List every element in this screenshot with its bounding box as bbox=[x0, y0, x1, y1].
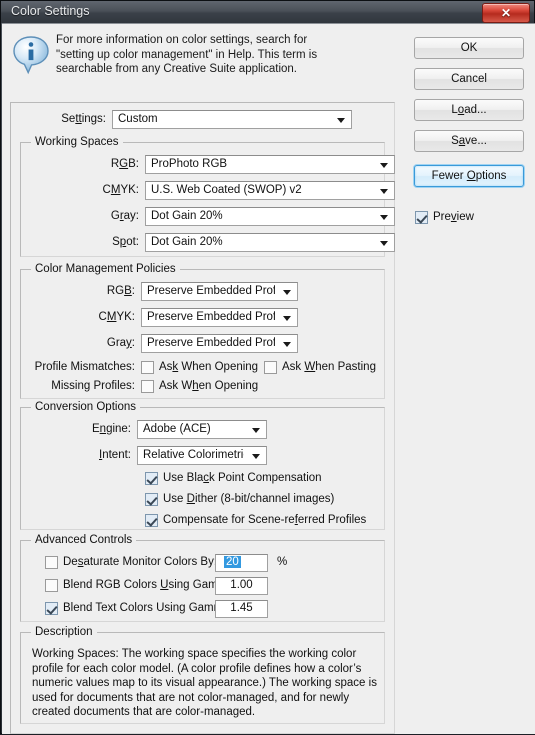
desaturate-monitor-colors-checkbox[interactable] bbox=[45, 556, 58, 569]
intent-value: Relative Colorimetric bbox=[143, 449, 244, 461]
policy-cmyk-value: Preserve Embedded Profiles bbox=[147, 311, 275, 323]
conversion-options-group: Conversion Options Engine: Adobe (ACE) I… bbox=[20, 401, 385, 530]
color-settings-dialog: Color Settings ✕ For more information on… bbox=[0, 0, 535, 734]
advanced-controls-group: Advanced Controls Desaturate Monitor Col… bbox=[20, 534, 385, 622]
save-button[interactable]: Save... bbox=[414, 130, 524, 152]
dialog-client-area: For more information on color settings, … bbox=[2, 23, 535, 734]
blend-text-gamma-checkbox[interactable] bbox=[45, 602, 58, 615]
missing-profiles-label: Missing Profiles: bbox=[51, 380, 135, 392]
settings-preset-value: Custom bbox=[118, 113, 158, 125]
working-rgb-dropdown[interactable]: ProPhoto RGB bbox=[145, 155, 395, 174]
ask-when-opening-missing-label: Ask When Opening bbox=[159, 380, 259, 392]
description-title: Description bbox=[31, 626, 97, 638]
blend-text-gamma-input[interactable]: 1.45 bbox=[215, 600, 268, 618]
policy-rgb-dropdown[interactable]: Preserve Embedded Profiles bbox=[141, 282, 298, 301]
load-button[interactable]: Load... bbox=[414, 99, 524, 121]
ask-when-pasting-label: Ask When Pasting bbox=[282, 361, 376, 373]
button-panel: OK Cancel Load... Save... Fewer Options … bbox=[404, 24, 535, 735]
blend-text-gamma-label: Blend Text Colors Using Gamma: bbox=[63, 602, 233, 614]
blend-rgb-gamma-checkbox[interactable] bbox=[45, 579, 58, 592]
use-dither-checkbox[interactable] bbox=[145, 493, 158, 506]
working-spaces-title: Working Spaces bbox=[31, 136, 123, 148]
working-spaces-group: Working Spaces RGB: ProPhoto RGB CMYK: U… bbox=[20, 136, 395, 257]
close-button[interactable]: ✕ bbox=[482, 3, 530, 23]
black-point-compensation-label: Use Black Point Compensation bbox=[163, 472, 322, 484]
ask-when-opening-mismatch-label: Ask When Opening bbox=[159, 361, 259, 373]
info-text: For more information on color settings, … bbox=[56, 34, 318, 75]
policies-group: Color Management Policies RGB: Preserve … bbox=[20, 263, 385, 399]
chevron-down-icon bbox=[380, 189, 388, 194]
desaturate-value-input[interactable]: 20 bbox=[215, 554, 268, 572]
chevron-down-icon bbox=[283, 342, 291, 347]
policy-rgb-label: RGB: bbox=[106, 285, 135, 297]
profile-mismatches-label: Profile Mismatches: bbox=[34, 361, 135, 373]
working-rgb-value: ProPhoto RGB bbox=[151, 158, 228, 170]
window-title: Color Settings bbox=[11, 4, 90, 18]
info-icon bbox=[11, 33, 51, 77]
chevron-down-icon bbox=[283, 290, 291, 295]
settings-preset-dropdown[interactable]: Custom bbox=[112, 110, 352, 129]
black-point-compensation-checkbox[interactable] bbox=[145, 472, 158, 485]
ask-when-opening-missing-checkbox[interactable] bbox=[141, 380, 154, 393]
intent-label: Intent: bbox=[99, 449, 131, 461]
working-spot-value: Dot Gain 20% bbox=[151, 236, 223, 248]
blend-text-gamma-value: 1.45 bbox=[230, 602, 253, 614]
working-gray-value: Dot Gain 20% bbox=[151, 210, 223, 222]
ask-when-pasting-checkbox[interactable] bbox=[264, 361, 277, 374]
settings-panel: Settings: Custom Working Spaces RGB: Pro… bbox=[10, 82, 395, 734]
chevron-down-icon bbox=[337, 118, 345, 123]
desaturate-percent-suffix: % bbox=[277, 556, 288, 568]
advanced-controls-title: Advanced Controls bbox=[31, 534, 137, 546]
policy-gray-value: Preserve Embedded Profiles bbox=[147, 337, 275, 349]
chevron-down-icon bbox=[252, 428, 260, 433]
conversion-options-title: Conversion Options bbox=[31, 401, 140, 413]
engine-value: Adobe (ACE) bbox=[143, 423, 211, 435]
intent-dropdown[interactable]: Relative Colorimetric bbox=[137, 446, 267, 465]
working-gray-dropdown[interactable]: Dot Gain 20% bbox=[145, 207, 395, 226]
policy-rgb-value: Preserve Embedded Profiles bbox=[147, 285, 275, 297]
compensate-scene-referred-checkbox[interactable] bbox=[145, 514, 158, 527]
working-spot-dropdown[interactable]: Dot Gain 20% bbox=[145, 233, 395, 252]
working-cmyk-label: CMYK: bbox=[102, 184, 139, 196]
preview-label: Preview bbox=[433, 211, 474, 223]
use-dither-label: Use Dither (8-bit/channel images) bbox=[163, 493, 335, 505]
chevron-down-icon bbox=[252, 454, 260, 459]
ask-when-opening-mismatch-checkbox[interactable] bbox=[141, 361, 154, 374]
close-icon: ✕ bbox=[500, 6, 512, 20]
working-gray-label: Gray: bbox=[110, 210, 139, 222]
preview-checkbox[interactable] bbox=[415, 211, 428, 224]
cancel-button[interactable]: Cancel bbox=[414, 68, 524, 90]
policies-title: Color Management Policies bbox=[31, 263, 180, 275]
fewer-options-button[interactable]: Fewer Options bbox=[414, 165, 524, 187]
blend-rgb-gamma-value: 1.00 bbox=[230, 579, 253, 591]
working-spot-label: Spot: bbox=[112, 236, 139, 248]
chevron-down-icon bbox=[380, 163, 388, 168]
desaturate-monitor-colors-label: Desaturate Monitor Colors By: bbox=[63, 556, 218, 568]
policy-gray-dropdown[interactable]: Preserve Embedded Profiles bbox=[141, 334, 298, 353]
policy-gray-label: Gray: bbox=[106, 337, 135, 349]
settings-row: Settings: Custom bbox=[10, 110, 395, 132]
desaturate-value: 20 bbox=[224, 556, 241, 568]
policy-cmyk-label: CMYK: bbox=[98, 311, 135, 323]
description-group: Description Working Spaces: The working … bbox=[20, 626, 385, 724]
description-body: Working Spaces: The working space specif… bbox=[32, 648, 377, 718]
chevron-down-icon bbox=[283, 316, 291, 321]
blend-rgb-gamma-input[interactable]: 1.00 bbox=[215, 577, 268, 595]
chevron-down-icon bbox=[380, 241, 388, 246]
working-rgb-label: RGB: bbox=[110, 158, 139, 170]
title-bar: Color Settings ✕ bbox=[1, 1, 534, 23]
policy-cmyk-dropdown[interactable]: Preserve Embedded Profiles bbox=[141, 308, 298, 327]
chevron-down-icon bbox=[380, 215, 388, 220]
settings-label: Settings: bbox=[61, 113, 106, 125]
working-cmyk-dropdown[interactable]: U.S. Web Coated (SWOP) v2 bbox=[145, 181, 395, 200]
working-cmyk-value: U.S. Web Coated (SWOP) v2 bbox=[151, 184, 302, 196]
compensate-scene-referred-label: Compensate for Scene-referred Profiles bbox=[163, 514, 367, 526]
engine-dropdown[interactable]: Adobe (ACE) bbox=[137, 420, 267, 439]
blend-rgb-gamma-label: Blend RGB Colors Using Gamma: bbox=[63, 579, 237, 591]
ok-button[interactable]: OK bbox=[414, 37, 524, 59]
engine-label: Engine: bbox=[91, 423, 131, 435]
